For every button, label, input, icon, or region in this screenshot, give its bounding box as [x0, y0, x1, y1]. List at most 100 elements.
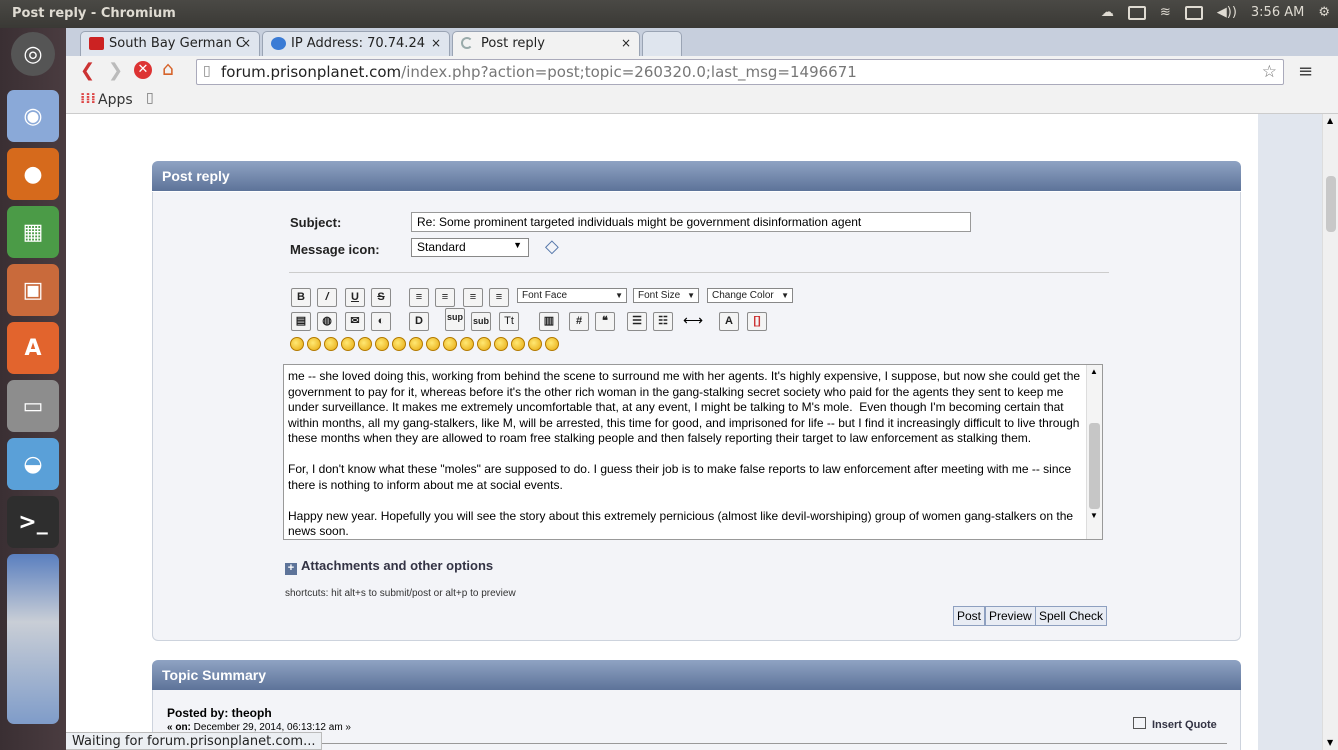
- change-color-select[interactable]: Change Color ▼: [707, 288, 793, 303]
- firefox-icon[interactable]: ●: [7, 148, 59, 200]
- bold-button[interactable]: B: [291, 288, 311, 307]
- menu-icon[interactable]: ≡: [1298, 61, 1313, 82]
- post-form: Subject: Re: Some prominent targeted ind…: [152, 192, 1241, 641]
- insert-email-button[interactable]: ✉: [345, 312, 365, 331]
- volume-icon[interactable]: ◀)): [1217, 5, 1237, 20]
- underline-button[interactable]: U: [345, 288, 365, 307]
- wink-icon[interactable]: [307, 337, 321, 351]
- apps-bookmark[interactable]: Apps: [98, 92, 133, 108]
- font-size-select[interactable]: Font Size ▼: [633, 288, 699, 303]
- align-right-button[interactable]: ≡: [489, 288, 509, 307]
- undecided-icon[interactable]: [511, 337, 525, 351]
- post-button[interactable]: Post: [953, 606, 986, 626]
- battery-icon[interactable]: [1184, 5, 1203, 20]
- subscript-button[interactable]: sub: [471, 312, 491, 331]
- insert-image-button[interactable]: ▤: [291, 312, 311, 331]
- spreadsheet-icon[interactable]: ▦: [7, 206, 59, 258]
- toggle-view-button[interactable]: []: [747, 312, 767, 331]
- tab-close-icon[interactable]: ×: [241, 36, 251, 50]
- insert-link-button[interactable]: ◍: [317, 312, 337, 331]
- scroll-down-icon[interactable]: ▼: [1090, 511, 1098, 520]
- align-left-button[interactable]: ≡: [409, 288, 429, 307]
- smiley-icon[interactable]: [290, 337, 304, 351]
- preview-button[interactable]: Preview: [985, 606, 1036, 626]
- url-path: /index.php?action=post;topic=260320.0;la…: [401, 63, 857, 81]
- italic-button[interactable]: /: [317, 288, 337, 307]
- subject-input[interactable]: Re: Some prominent targeted individuals …: [411, 212, 971, 232]
- flash-button[interactable]: D: [409, 312, 429, 331]
- superscript-button[interactable]: sup: [445, 308, 465, 331]
- strike-button[interactable]: S: [371, 288, 391, 307]
- page-icon[interactable]: ▯: [146, 90, 154, 106]
- software-center-icon[interactable]: A: [7, 322, 59, 374]
- scroll-down-icon[interactable]: ▼: [1327, 738, 1333, 747]
- remove-format-button[interactable]: A: [719, 312, 739, 331]
- insert-quote-button[interactable]: ❝: [595, 312, 615, 331]
- horizontal-rule-icon[interactable]: ⟷: [683, 312, 703, 329]
- apps-grid-icon[interactable]: ⁞⁞⁞: [80, 91, 96, 107]
- ubuntu-dash-icon[interactable]: ◎: [11, 32, 55, 76]
- dropbox-icon[interactable]: ☁: [1101, 5, 1114, 20]
- bookmark-star-icon[interactable]: ☆: [1262, 62, 1277, 82]
- textarea-scroll-thumb[interactable]: [1089, 423, 1100, 509]
- stacked-windows-icon[interactable]: [7, 554, 59, 724]
- angry-icon[interactable]: [358, 337, 372, 351]
- spell-check-button[interactable]: Spell Check: [1035, 606, 1108, 626]
- forward-icon[interactable]: ❯: [108, 60, 123, 81]
- align-center-button[interactable]: ≡: [463, 288, 483, 307]
- align-justify-button[interactable]: ≡: [435, 288, 455, 307]
- rolleyes-icon[interactable]: [443, 337, 457, 351]
- cool-icon[interactable]: [409, 337, 423, 351]
- presentation-icon[interactable]: ▣: [7, 264, 59, 316]
- keyboard-icon[interactable]: [1127, 5, 1146, 20]
- shocked-icon[interactable]: [392, 337, 406, 351]
- tab-close-icon[interactable]: ×: [621, 36, 631, 50]
- bullet-list-button[interactable]: ☰: [627, 312, 647, 331]
- settings-gear-icon[interactable]: ⚙: [1318, 5, 1330, 20]
- huh-icon[interactable]: [426, 337, 440, 351]
- scanner-icon[interactable]: ◒: [7, 438, 59, 490]
- message-icon-select[interactable]: Standard ▼: [411, 238, 529, 257]
- insert-code-button[interactable]: #: [569, 312, 589, 331]
- file-manager-icon[interactable]: ▭: [7, 380, 59, 432]
- sad-icon[interactable]: [375, 337, 389, 351]
- favicon-icon: [271, 37, 286, 50]
- url-host: forum.prisonplanet.com: [221, 63, 402, 81]
- tab-close-icon[interactable]: ×: [431, 36, 441, 50]
- embarrassed-icon[interactable]: [477, 337, 491, 351]
- scroll-up-icon[interactable]: ▲: [1090, 367, 1098, 376]
- cry-icon[interactable]: [545, 337, 559, 351]
- chromium-icon[interactable]: ◉: [7, 90, 59, 142]
- message-text[interactable]: me -- she loved doing this, working from…: [288, 369, 1084, 539]
- insert-table-button[interactable]: ▥: [539, 312, 559, 331]
- tab-south-bay[interactable]: South Bay German C ×: [80, 31, 260, 56]
- tab-ip-address[interactable]: IP Address: 70.74.24 ×: [262, 31, 450, 56]
- tab-post-reply[interactable]: Post reply ×: [452, 31, 640, 56]
- back-icon[interactable]: ❮: [80, 60, 95, 81]
- font-face-select[interactable]: Font Face ▼: [517, 288, 627, 303]
- message-icon-value: Standard: [417, 240, 466, 254]
- terminal-icon[interactable]: >_: [7, 496, 59, 548]
- stop-icon[interactable]: ✕: [134, 61, 152, 79]
- subject-label: Subject:: [290, 215, 342, 230]
- address-bar[interactable]: ▯ forum.prisonplanet.com/index.php?actio…: [196, 59, 1284, 85]
- textarea-scrollbar[interactable]: ▲ ▼: [1086, 365, 1102, 539]
- lipsrsealed-icon[interactable]: [494, 337, 508, 351]
- kiss-icon[interactable]: [528, 337, 542, 351]
- message-textarea[interactable]: me -- she loved doing this, working from…: [283, 364, 1103, 540]
- numbered-list-button[interactable]: ☷: [653, 312, 673, 331]
- wifi-icon[interactable]: ≋: [1160, 5, 1171, 20]
- clock[interactable]: 3:56 AM: [1251, 5, 1304, 20]
- insert-ftp-button[interactable]: ◐: [371, 312, 391, 331]
- page-scroll-thumb[interactable]: [1326, 176, 1336, 232]
- page-scrollbar[interactable]: ▲ ▼: [1322, 114, 1338, 750]
- tongue-icon[interactable]: [460, 337, 474, 351]
- scroll-up-icon[interactable]: ▲: [1327, 116, 1333, 125]
- home-icon[interactable]: ⌂: [162, 58, 174, 80]
- teletype-button[interactable]: Tt: [499, 312, 519, 331]
- new-tab-button[interactable]: [642, 31, 682, 56]
- insert-quote-link[interactable]: Insert Quote: [1133, 717, 1217, 731]
- cheesy-icon[interactable]: [324, 337, 338, 351]
- grin-icon[interactable]: [341, 337, 355, 351]
- attachments-toggle[interactable]: + Attachments and other options: [285, 558, 493, 575]
